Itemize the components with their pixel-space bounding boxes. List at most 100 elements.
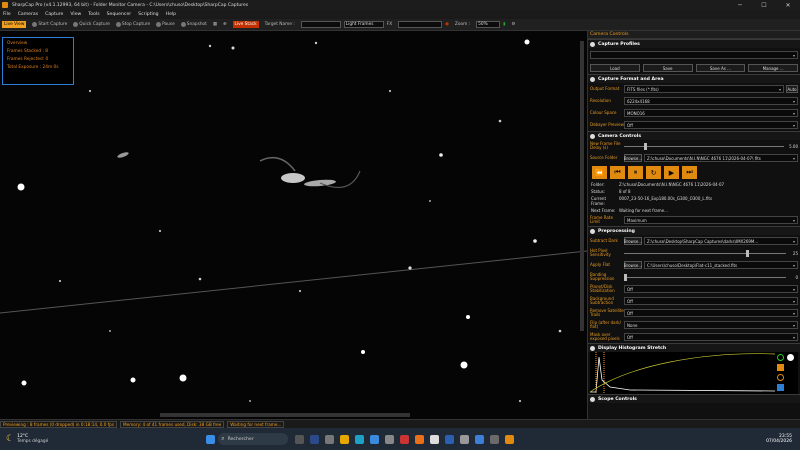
background-select[interactable]: Off	[624, 297, 798, 305]
histogram-icon[interactable]: ▮	[503, 22, 505, 27]
save-button[interactable]: Save	[642, 64, 693, 72]
close-button[interactable]: ✕	[776, 2, 800, 9]
resolution-select[interactable]: 6224x4168	[624, 97, 798, 105]
apply-flat-select[interactable]: C:\Users\chuso\Desktop\Flat-c11_stacked.…	[644, 261, 798, 269]
crosshair-icon[interactable]: ⊕	[223, 22, 227, 27]
slider-thumb[interactable]	[624, 273, 627, 281]
menu-tools[interactable]: Tools	[88, 12, 99, 17]
load-button[interactable]: Load	[590, 64, 640, 72]
auto-button[interactable]: Auto	[786, 85, 798, 93]
minimize-button[interactable]: ─	[728, 2, 752, 9]
section-capture-format[interactable]: Capture Format and Area	[588, 74, 800, 83]
quick-capture-button[interactable]: Quick Capture	[73, 22, 110, 27]
section-camera-controls[interactable]: Camera Controls	[588, 131, 800, 140]
section-scope-controls[interactable]: Scope Controls	[588, 394, 800, 403]
play-button[interactable]: ▶	[664, 166, 679, 179]
menu-scripting[interactable]: Scripting	[138, 12, 158, 17]
menu-capture[interactable]: Capture	[45, 12, 63, 17]
mask-select[interactable]: Off	[624, 333, 798, 341]
task-view-icon[interactable]	[295, 434, 305, 444]
slider-thumb[interactable]	[644, 142, 647, 150]
zoom-select[interactable]: 50%	[476, 21, 501, 28]
section-preprocessing[interactable]: Preprocessing	[588, 226, 800, 235]
manage-button[interactable]: Manage ...	[748, 64, 798, 72]
pause-playback-button[interactable]: ⏸	[628, 166, 643, 179]
hot-pixel-value[interactable]: 25	[786, 251, 798, 256]
histogram-display[interactable]	[589, 352, 798, 394]
edge-icon[interactable]	[355, 434, 365, 444]
menu-sequencer[interactable]: Sequencer	[107, 12, 132, 17]
planet-disk-select[interactable]: Off	[624, 285, 798, 293]
app-icon-9[interactable]	[490, 434, 500, 444]
browse-source-button[interactable]: Browse...	[624, 154, 642, 162]
menu-file[interactable]: File	[3, 12, 11, 17]
banding-slider[interactable]	[624, 273, 786, 281]
profile-select[interactable]	[590, 51, 798, 59]
target-name-input[interactable]	[300, 21, 341, 28]
app-icon-7[interactable]	[460, 434, 470, 444]
sharpcap-icon[interactable]	[505, 434, 515, 444]
frame-rate-select[interactable]: Maximum	[624, 216, 798, 224]
fx-select[interactable]	[398, 21, 443, 28]
app-icon-8[interactable]	[475, 434, 485, 444]
star	[524, 39, 530, 45]
browse-dark-button[interactable]: Browse...	[624, 237, 642, 245]
section-capture-profiles[interactable]: Capture Profiles	[588, 39, 800, 48]
save-as-button[interactable]: Save As ...	[695, 64, 746, 72]
horizontal-scrollbar[interactable]	[160, 413, 410, 417]
contrast-icon[interactable]	[787, 354, 794, 361]
previous-button[interactable]: ⏮	[610, 166, 625, 179]
new-frame-delay-slider[interactable]	[624, 142, 784, 150]
menu-cameras[interactable]: Cameras	[18, 12, 38, 17]
maximize-button[interactable]: ☐	[752, 2, 776, 9]
snapshot-button[interactable]: Snapshot	[180, 22, 207, 27]
refresh-button[interactable]: ↻	[646, 166, 661, 179]
app-icon-4[interactable]	[400, 434, 410, 444]
pause-button[interactable]: Pause	[156, 22, 175, 27]
vertical-scrollbar[interactable]	[580, 41, 584, 331]
app-icon-6[interactable]	[445, 434, 455, 444]
satellite-select[interactable]: Off	[624, 309, 798, 317]
debayer-select[interactable]: Off	[624, 121, 798, 129]
next-button[interactable]: ⏭	[682, 166, 697, 179]
start-icon[interactable]	[206, 434, 216, 444]
rewind-button[interactable]: ⏪	[592, 166, 607, 179]
app-icon-3[interactable]	[385, 434, 395, 444]
clock[interactable]: 23:55 07/04/2026	[766, 434, 792, 444]
app-icon-5[interactable]	[430, 434, 440, 444]
new-frame-delay-value[interactable]: 5.00	[784, 144, 798, 149]
output-format-select[interactable]: FITS files (*.fits)	[624, 85, 784, 93]
browse-flat-button[interactable]: Browse...	[624, 261, 642, 269]
start-capture-button[interactable]: Start Capture	[32, 22, 67, 27]
file-explorer-icon[interactable]	[340, 434, 350, 444]
colour-space-select[interactable]: MONO16	[624, 109, 798, 117]
search-box[interactable]: ⌕ Rechercher	[218, 433, 289, 445]
app-icon-2[interactable]	[370, 434, 380, 444]
live-stack-button[interactable]: Live Stack	[232, 21, 259, 28]
app-icon-1[interactable]	[325, 434, 335, 444]
flip-select[interactable]: None	[624, 321, 798, 329]
banding-value[interactable]: 0	[786, 275, 798, 280]
save-stretch-icon[interactable]	[777, 384, 784, 391]
section-histogram[interactable]: Display Histogram Stretch	[588, 343, 800, 352]
stop-capture-button[interactable]: Stop Capture	[115, 22, 150, 27]
snapshot-label: Snapshot	[186, 22, 207, 27]
firefox-icon[interactable]	[415, 434, 425, 444]
auto-stretch-icon[interactable]	[777, 354, 784, 361]
photoshop-icon[interactable]	[310, 434, 320, 444]
subtract-dark-select[interactable]: Z:\chuso\Desktop\SharpCap Captures\darks…	[644, 237, 798, 245]
reset-icon[interactable]	[777, 374, 784, 381]
frame-type-select[interactable]: Light Frames	[343, 21, 384, 28]
live-view-button[interactable]: Live View	[2, 21, 27, 28]
image-viewport[interactable]	[0, 31, 587, 419]
warning-icon[interactable]	[777, 364, 784, 371]
source-folder-select[interactable]: Z:\chuso\Documents\N.I.N\NGC 4676 11\202…	[644, 154, 798, 162]
slider-thumb[interactable]	[746, 249, 749, 257]
hot-pixel-slider[interactable]	[624, 249, 786, 257]
menu-view[interactable]: View	[70, 12, 81, 17]
settings-icon[interactable]: ⚙	[512, 22, 516, 27]
menu-help[interactable]: Help	[166, 12, 176, 17]
weather-widget[interactable]: ☾ 12°C Temps dégagé	[6, 434, 48, 444]
camera-icon	[180, 22, 186, 27]
grid-icon[interactable]: ▦	[213, 22, 217, 27]
